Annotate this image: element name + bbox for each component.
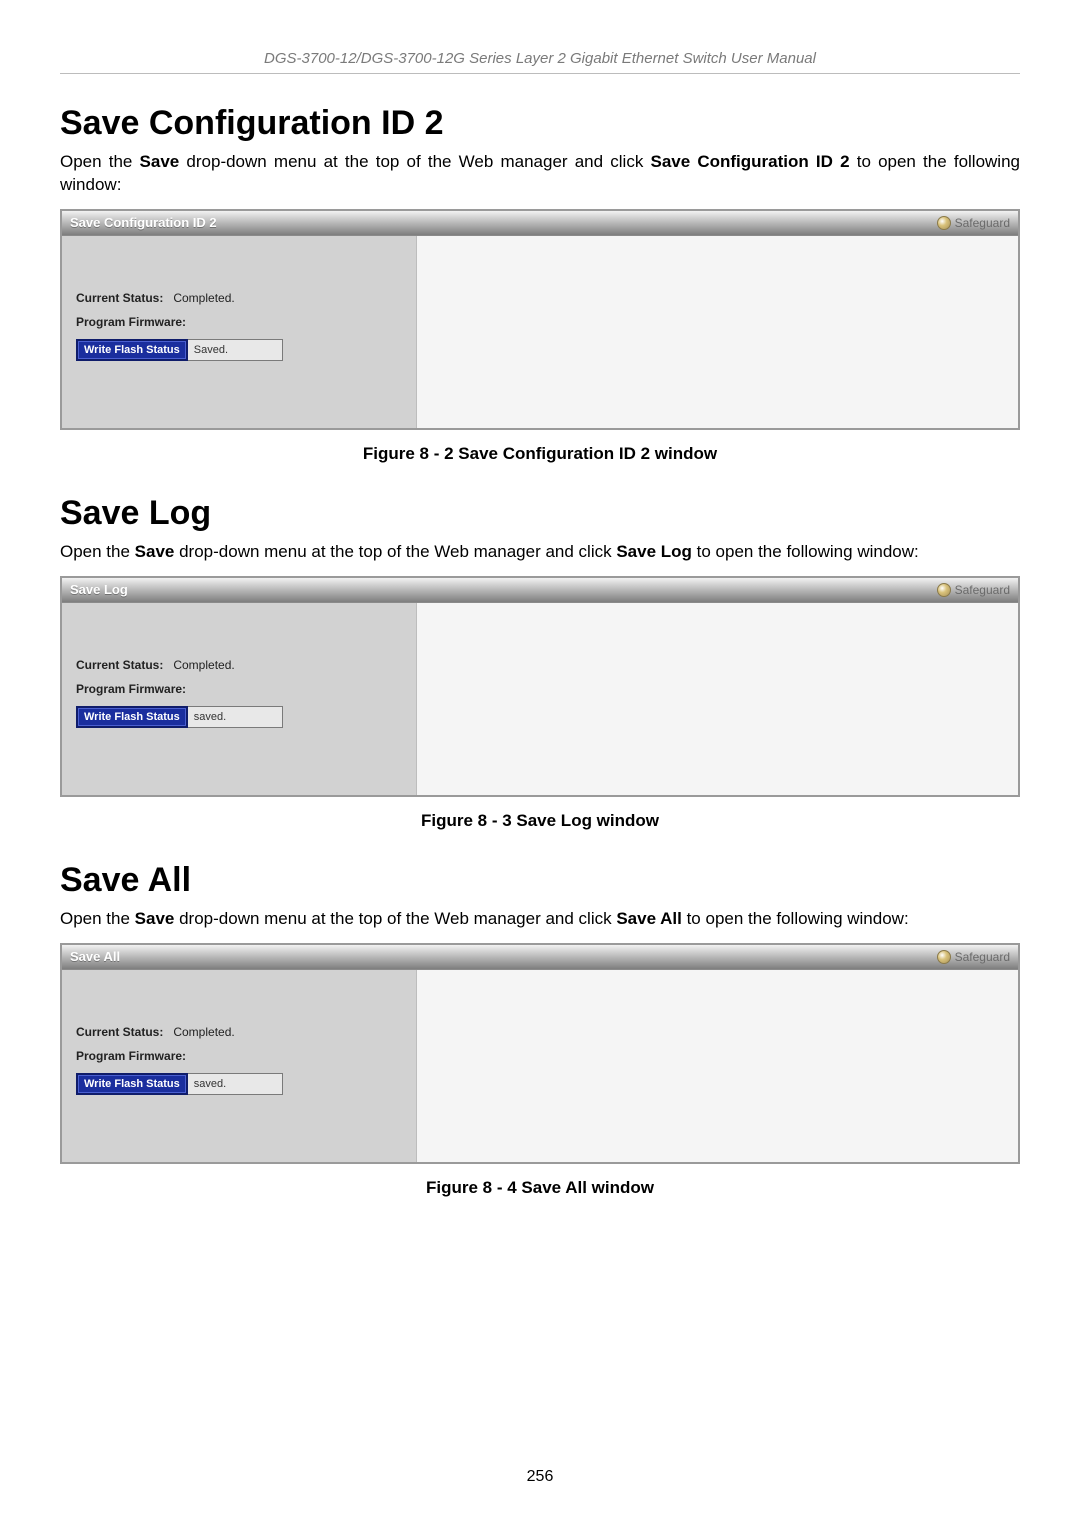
program-firmware-label: Program Firmware: (76, 315, 186, 329)
section-title: Save Configuration ID 2 (60, 104, 1020, 143)
write-flash-status-button[interactable]: Write Flash Status (76, 339, 188, 361)
current-status-row: Current Status: Completed. (76, 658, 404, 672)
write-flash-status-value: saved. (188, 706, 283, 728)
panel-titlebar: Save Configuration ID 2 Safeguard (62, 211, 1018, 236)
panel-left: Current Status: Completed. Program Firmwar… (62, 970, 417, 1162)
safeguard-badge: Safeguard (937, 583, 1010, 597)
program-firmware-row: Program Firmware: (76, 315, 404, 329)
panel-right (417, 603, 1018, 795)
document-page: DGS-3700-12/DGS-3700-12G Series Layer 2 … (0, 0, 1080, 1526)
panel-titlebar: Save Log Safeguard (62, 578, 1018, 603)
current-status-value: Completed. (173, 658, 234, 672)
program-firmware-row: Program Firmware: (76, 682, 404, 696)
screenshot-panel: Save Configuration ID 2 Safeguard Current … (60, 209, 1020, 430)
panel-right (417, 970, 1018, 1162)
section: Save AllOpen the Save drop-down menu at … (60, 861, 1020, 1198)
current-status-value: Completed. (173, 1025, 234, 1039)
panel-body: Current Status: Completed. Program Firmwar… (62, 970, 1018, 1162)
screenshot-panel: Save All Safeguard Current Status: Complete… (60, 943, 1020, 1164)
section: Save Configuration ID 2Open the Save dro… (60, 104, 1020, 464)
write-flash-status-value: Saved. (188, 339, 283, 361)
section: Save LogOpen the Save drop-down menu at … (60, 494, 1020, 831)
page-number: 256 (0, 1468, 1080, 1486)
panel-title: Save Configuration ID 2 (70, 215, 217, 230)
figure-caption: Figure 8 - 3 Save Log window (60, 811, 1020, 831)
write-flash-status-value: saved. (188, 1073, 283, 1095)
header-divider (60, 73, 1020, 74)
intro-bold: Save (135, 542, 175, 561)
figure-caption: Figure 8 - 4 Save All window (60, 1178, 1020, 1198)
safeguard-icon (937, 216, 951, 230)
panel-right (417, 236, 1018, 428)
current-status-row: Current Status: Completed. (76, 291, 404, 305)
program-firmware-row: Program Firmware: (76, 1049, 404, 1063)
write-flash-row: Write Flash Statussaved. (76, 1073, 404, 1095)
program-firmware-label: Program Firmware: (76, 682, 186, 696)
intro-bold: Save All (616, 909, 682, 928)
write-flash-row: Write Flash Statussaved. (76, 706, 404, 728)
current-status-label: Current Status: (76, 1025, 163, 1039)
safeguard-label: Safeguard (955, 583, 1010, 597)
panel-body: Current Status: Completed. Program Firmwar… (62, 236, 1018, 428)
panel-title: Save Log (70, 582, 128, 597)
current-status-row: Current Status: Completed. (76, 1025, 404, 1039)
current-status-value: Completed. (173, 291, 234, 305)
write-flash-status-button[interactable]: Write Flash Status (76, 706, 188, 728)
panel-title: Save All (70, 949, 120, 964)
current-status-label: Current Status: (76, 658, 163, 672)
program-firmware-label: Program Firmware: (76, 1049, 186, 1063)
panel-left: Current Status: Completed. Program Firmwar… (62, 236, 417, 428)
safeguard-badge: Safeguard (937, 950, 1010, 964)
page-header: DGS-3700-12/DGS-3700-12G Series Layer 2 … (60, 50, 1020, 73)
intro-bold: Save Log (616, 542, 692, 561)
current-status-label: Current Status: (76, 291, 163, 305)
section-intro: Open the Save drop-down menu at the top … (60, 151, 1020, 197)
figure-caption: Figure 8 - 2 Save Configuration ID 2 win… (60, 444, 1020, 464)
intro-bold: Save Configuration ID 2 (650, 152, 849, 171)
section-intro: Open the Save drop-down menu at the top … (60, 541, 1020, 564)
safeguard-badge: Safeguard (937, 216, 1010, 230)
write-flash-row: Write Flash StatusSaved. (76, 339, 404, 361)
panel-body: Current Status: Completed. Program Firmwar… (62, 603, 1018, 795)
safeguard-label: Safeguard (955, 216, 1010, 230)
intro-bold: Save (135, 909, 175, 928)
safeguard-label: Safeguard (955, 950, 1010, 964)
section-title: Save All (60, 861, 1020, 900)
safeguard-icon (937, 583, 951, 597)
safeguard-icon (937, 950, 951, 964)
section-title: Save Log (60, 494, 1020, 533)
section-intro: Open the Save drop-down menu at the top … (60, 908, 1020, 931)
screenshot-panel: Save Log Safeguard Current Status: Complete… (60, 576, 1020, 797)
panel-titlebar: Save All Safeguard (62, 945, 1018, 970)
intro-bold: Save (140, 152, 180, 171)
write-flash-status-button[interactable]: Write Flash Status (76, 1073, 188, 1095)
panel-left: Current Status: Completed. Program Firmwar… (62, 603, 417, 795)
